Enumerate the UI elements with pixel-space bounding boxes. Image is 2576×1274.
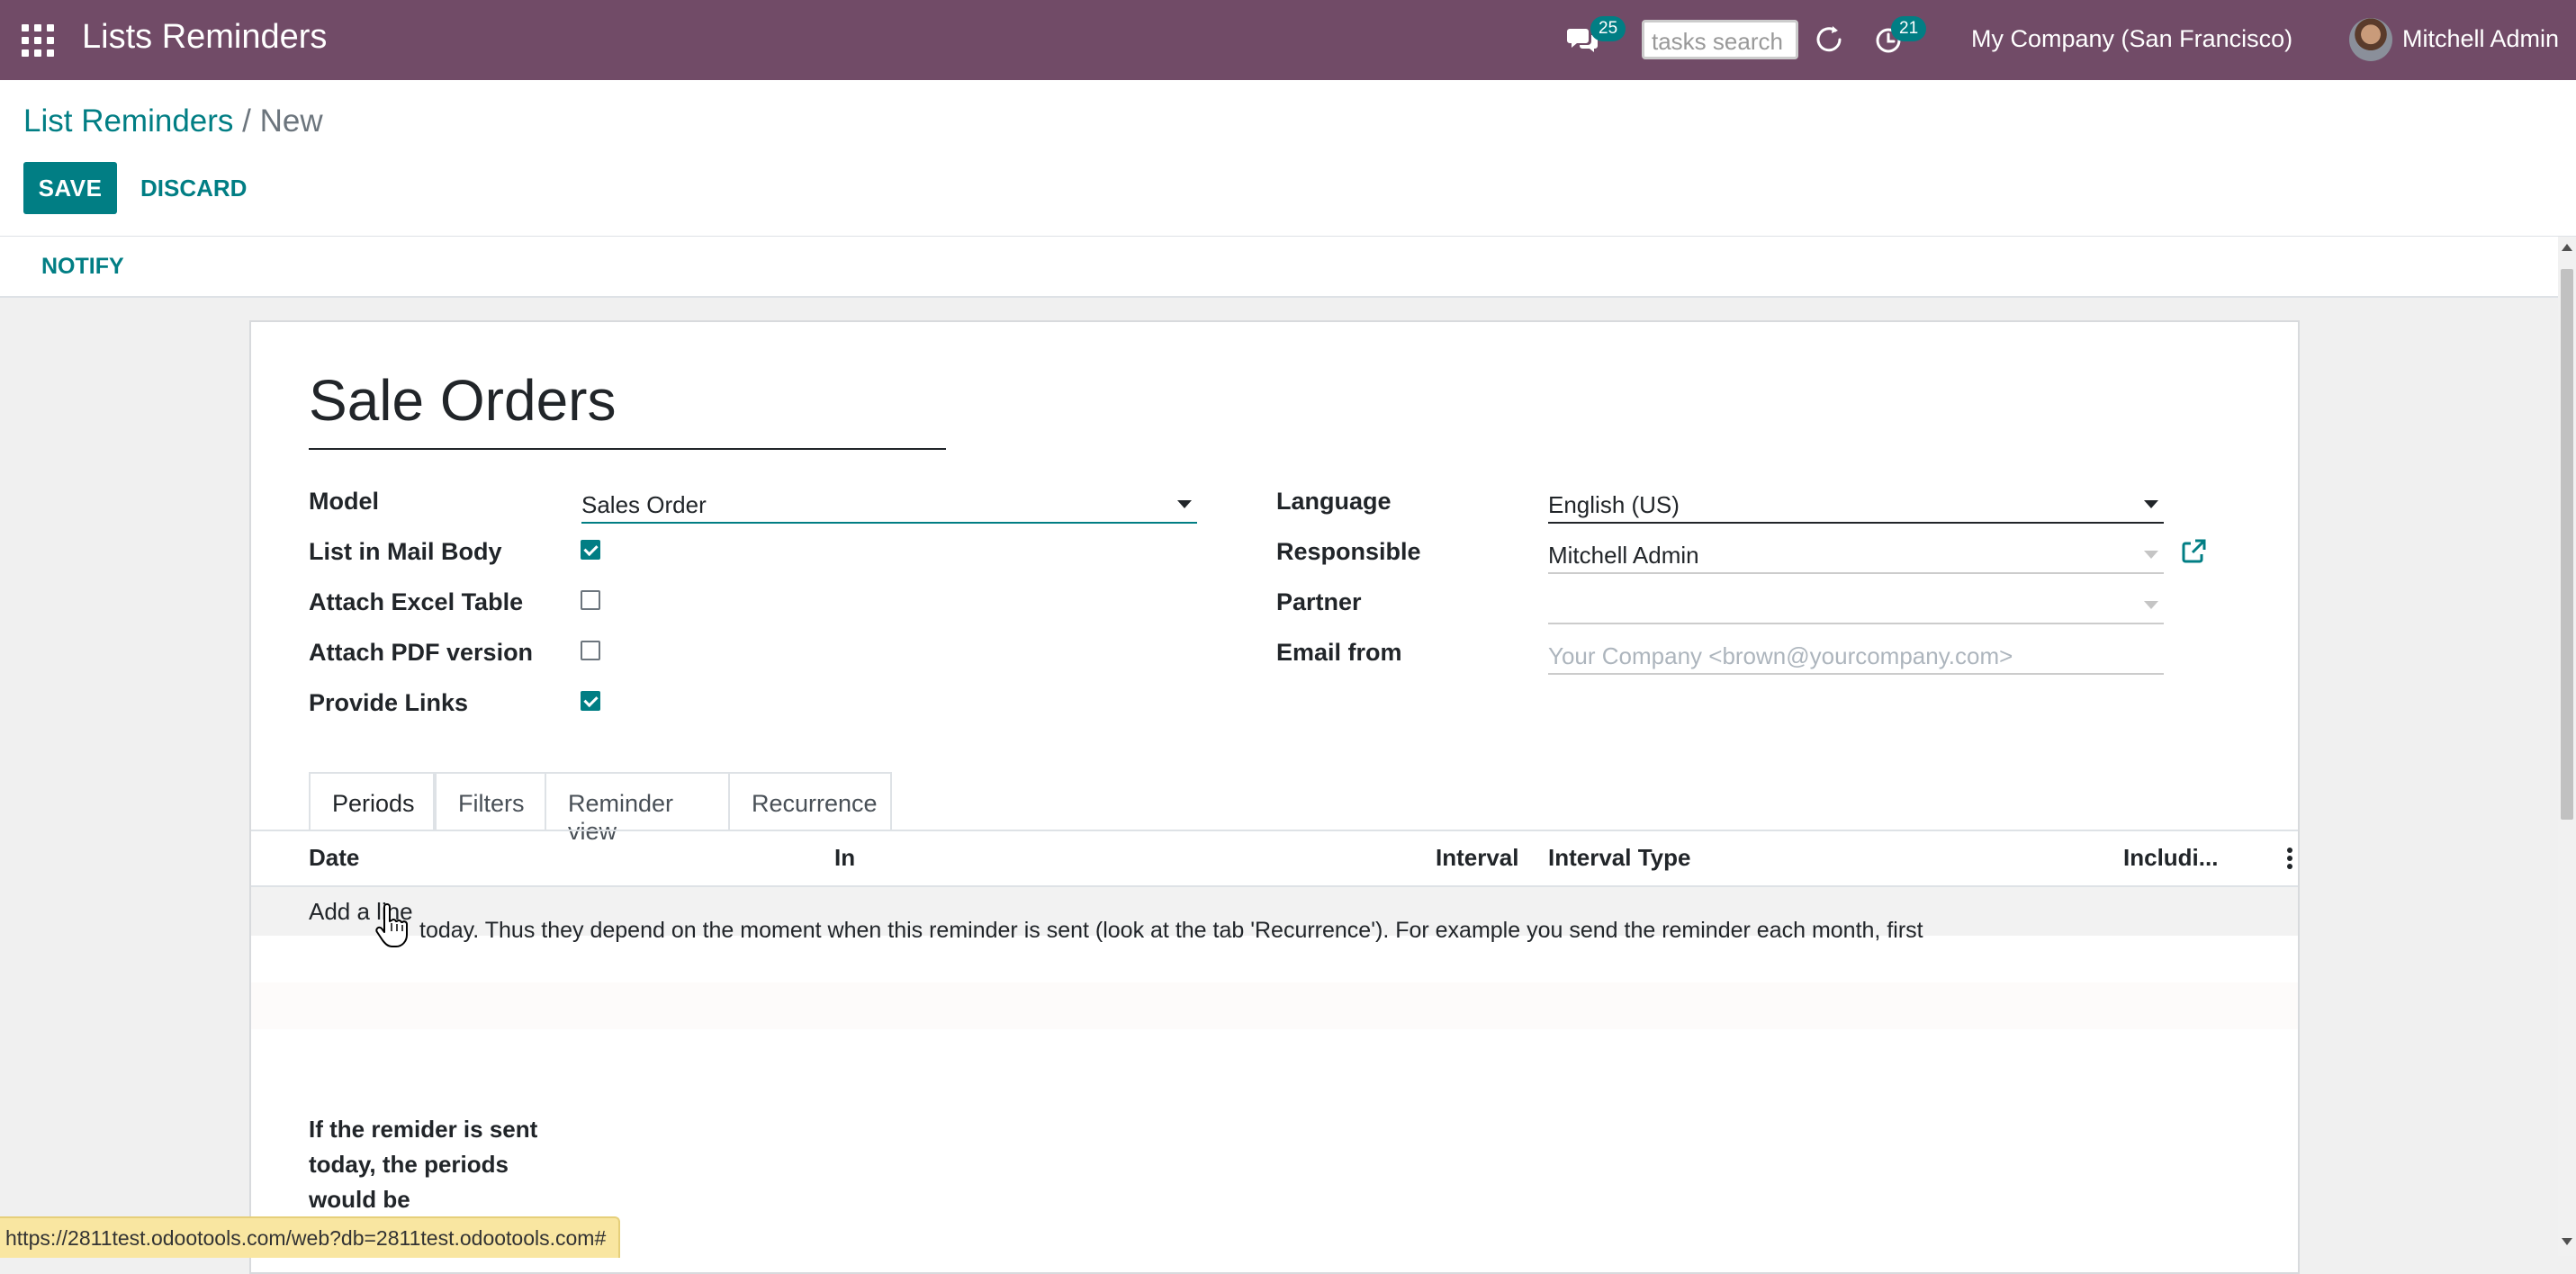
- company-switcher[interactable]: My Company (San Francisco): [1971, 25, 2292, 53]
- attach-excel-checkbox[interactable]: [581, 590, 600, 610]
- column-header-date[interactable]: Date: [309, 844, 359, 872]
- save-button[interactable]: SAVE: [23, 162, 117, 214]
- provide-links-label: Provide Links: [309, 689, 469, 716]
- provide-links-checkbox[interactable]: [581, 691, 600, 711]
- tab-recurrence[interactable]: Recurrence: [728, 772, 892, 831]
- language-label: Language: [1276, 488, 1392, 515]
- column-header-interval[interactable]: Interval: [1436, 844, 1519, 872]
- form-sheet: Sale Orders Model Sales Order List in Ma…: [249, 320, 2300, 1274]
- user-menu[interactable]: Mitchell Admin: [2402, 25, 2559, 53]
- scrollbar-thumb[interactable]: [2561, 269, 2573, 820]
- breadcrumb-separator: /: [242, 103, 251, 139]
- responsible-value: Mitchell Admin: [1548, 542, 1699, 569]
- hand-pointer-cursor-icon: [375, 903, 408, 947]
- responsible-label: Responsible: [1276, 538, 1421, 565]
- model-select[interactable]: Sales Order: [581, 480, 1197, 524]
- top-navbar: Lists Reminders 25 tasks search 21 My Co…: [0, 0, 2576, 80]
- responsible-select[interactable]: Mitchell Admin: [1548, 531, 2164, 574]
- breadcrumb: List Reminders / New: [23, 103, 323, 139]
- chevron-down-icon[interactable]: [2144, 500, 2158, 508]
- model-value: Sales Order: [581, 491, 707, 518]
- email-from-label: Email from: [1276, 639, 1402, 666]
- email-from-input[interactable]: Your Company <brown@yourcompany.com>: [1548, 632, 2164, 675]
- link-url-status: https://2811test.odootools.com/web?db=28…: [0, 1216, 621, 1258]
- tabs-divider: [251, 830, 2298, 831]
- form-statusbar: NOTIFY: [0, 237, 2576, 298]
- refresh-icon[interactable]: [1813, 23, 1845, 56]
- breadcrumb-current: New: [259, 103, 323, 139]
- user-avatar[interactable]: [2349, 18, 2392, 61]
- external-link-icon[interactable]: [2180, 538, 2207, 565]
- attach-pdf-checkbox[interactable]: [581, 641, 600, 660]
- tasks-search-input[interactable]: tasks search: [1642, 20, 1798, 59]
- page-scrollbar[interactable]: [2558, 237, 2576, 1256]
- model-label: Model: [309, 488, 379, 515]
- partner-label: Partner: [1276, 588, 1362, 615]
- messages-count-badge: 25: [1590, 16, 1626, 41]
- discard-button[interactable]: DISCARD: [131, 162, 256, 214]
- column-header-in[interactable]: In: [834, 844, 855, 872]
- optional-columns-icon[interactable]: [2287, 848, 2292, 869]
- scroll-up-arrow-icon[interactable]: [2562, 244, 2572, 251]
- chevron-down-icon[interactable]: [2144, 551, 2158, 559]
- activities-count-badge: 21: [1891, 16, 1927, 41]
- chevron-down-icon[interactable]: [1177, 500, 1192, 508]
- breadcrumb-parent-link[interactable]: List Reminders: [23, 103, 233, 139]
- table-row-empty: [251, 982, 2298, 1029]
- partner-select[interactable]: [1548, 581, 2164, 624]
- tab-periods[interactable]: Periods: [309, 772, 435, 831]
- periods-info-text: today. Thus they depend on the moment wh…: [419, 918, 1923, 943]
- chevron-down-icon[interactable]: [2144, 601, 2158, 609]
- language-select[interactable]: English (US): [1548, 480, 2164, 524]
- list-in-mail-checkbox[interactable]: [581, 540, 600, 560]
- language-value: English (US): [1548, 491, 1680, 518]
- attach-excel-label: Attach Excel Table: [309, 588, 524, 615]
- tab-filters[interactable]: Filters: [435, 772, 546, 831]
- periods-info-title: If the remider is sent today, the period…: [309, 1116, 538, 1213]
- column-header-interval-type[interactable]: Interval Type: [1548, 844, 1690, 872]
- apps-menu-icon[interactable]: [22, 24, 54, 57]
- notify-button[interactable]: NOTIFY: [31, 247, 135, 285]
- tab-reminder-view[interactable]: Reminder view: [545, 772, 730, 845]
- app-title[interactable]: Lists Reminders: [82, 18, 327, 57]
- control-panel: List Reminders / New SAVE DISCARD: [0, 80, 2576, 238]
- reminder-name-input[interactable]: Sale Orders: [309, 367, 946, 450]
- list-in-mail-label: List in Mail Body: [309, 538, 502, 565]
- column-header-including[interactable]: Includi...: [2123, 844, 2218, 872]
- attach-pdf-label: Attach PDF version: [309, 639, 534, 666]
- scroll-down-arrow-icon[interactable]: [2562, 1238, 2572, 1245]
- email-from-placeholder: Your Company <brown@yourcompany.com>: [1548, 642, 2013, 669]
